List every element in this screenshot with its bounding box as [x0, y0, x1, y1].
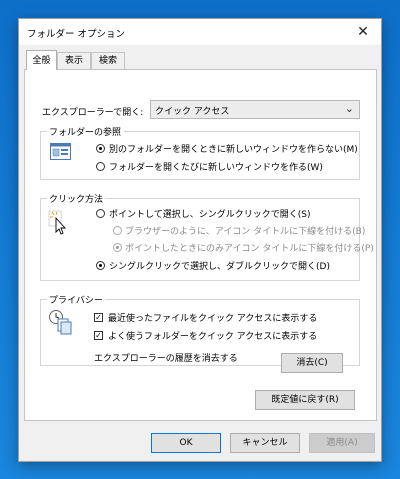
radio-double-click[interactable] [96, 261, 105, 270]
show-frequent-checkbox[interactable]: ✓ [94, 331, 103, 340]
option-new-window-label[interactable]: フォルダーを開くたびに新しいウィンドウを作る(W) [109, 160, 323, 173]
underline-browser-label[interactable]: ブラウザーのように、アイコン タイトルに下線を付ける(B) [125, 224, 365, 237]
clear-history-label: エクスプローラーの履歴を消去する [94, 354, 238, 364]
radio-underline-browser[interactable] [113, 226, 122, 235]
chevron-down-icon: ⌄ [344, 102, 354, 115]
folder-options-dialog: フォルダー オプション ✕ 全般 表示 検索 エクスプローラーで開く: クイック… [18, 18, 382, 462]
explorer-open-select[interactable]: クイック アクセス ⌄ [150, 100, 360, 119]
browse-folders-title: フォルダーの参照 [47, 125, 124, 138]
tab-general[interactable]: 全般 [26, 50, 57, 70]
show-recent-label[interactable]: 最近使ったファイルをクイック アクセスに表示する [108, 311, 317, 324]
tab-search[interactable]: 検索 [91, 52, 125, 69]
radio-underline-point[interactable] [113, 243, 122, 252]
click-items-title: クリック方法 [47, 192, 106, 205]
option-same-window-label[interactable]: 別のフォルダーを開くときに新しいウィンドウを作らない(M) [109, 142, 358, 155]
radio-single-click[interactable] [96, 209, 105, 218]
show-frequent-label[interactable]: よく使うフォルダーをクイック アクセスに表示する [108, 329, 317, 342]
underline-point-label[interactable]: ポイントしたときにのみアイコン タイトルに下線を付ける(P) [125, 241, 374, 254]
cancel-button[interactable]: キャンセル [230, 433, 300, 453]
apply-button[interactable]: 適用(A) [309, 433, 375, 453]
close-icon[interactable]: ✕ [353, 22, 373, 42]
radio-new-window[interactable] [96, 162, 105, 171]
window-title: フォルダー オプション [27, 29, 126, 40]
ok-button[interactable]: OK [151, 433, 221, 453]
explorer-open-label: エクスプローラーで開く: [42, 108, 144, 118]
browse-folders-group: フォルダーの参照 別のフォルダーを開くときに新しいウィンドウを作らない(M) フ… [40, 125, 360, 180]
pointer-cursor-icon [48, 210, 67, 235]
tab-view[interactable]: 表示 [57, 52, 91, 69]
clear-history-button[interactable]: 消去(C) [281, 353, 343, 373]
title-bar: フォルダー オプション ✕ [19, 19, 381, 45]
click-items-group: クリック方法 ポイントして選択し、シングルクリックで開く(S) ブラウザーのよう… [40, 192, 374, 281]
double-click-label[interactable]: シングルクリックで選択し、ダブルクリックで開く(D) [109, 259, 330, 272]
single-click-label[interactable]: ポイントして選択し、シングルクリックで開く(S) [109, 207, 310, 220]
restore-defaults-button[interactable]: 既定値に戻す(R) [255, 390, 355, 410]
folder-windows-icon [50, 143, 71, 160]
general-tab-panel: エクスプローラーで開く: クイック アクセス ⌄ フォルダーの参照 別のフォルダ… [24, 69, 377, 421]
clock-files-icon [49, 310, 72, 335]
show-recent-checkbox[interactable]: ✓ [94, 313, 103, 322]
explorer-open-value: クイック アクセス [155, 107, 230, 117]
privacy-title: プライバシー [47, 293, 105, 306]
radio-same-window[interactable] [96, 144, 105, 153]
